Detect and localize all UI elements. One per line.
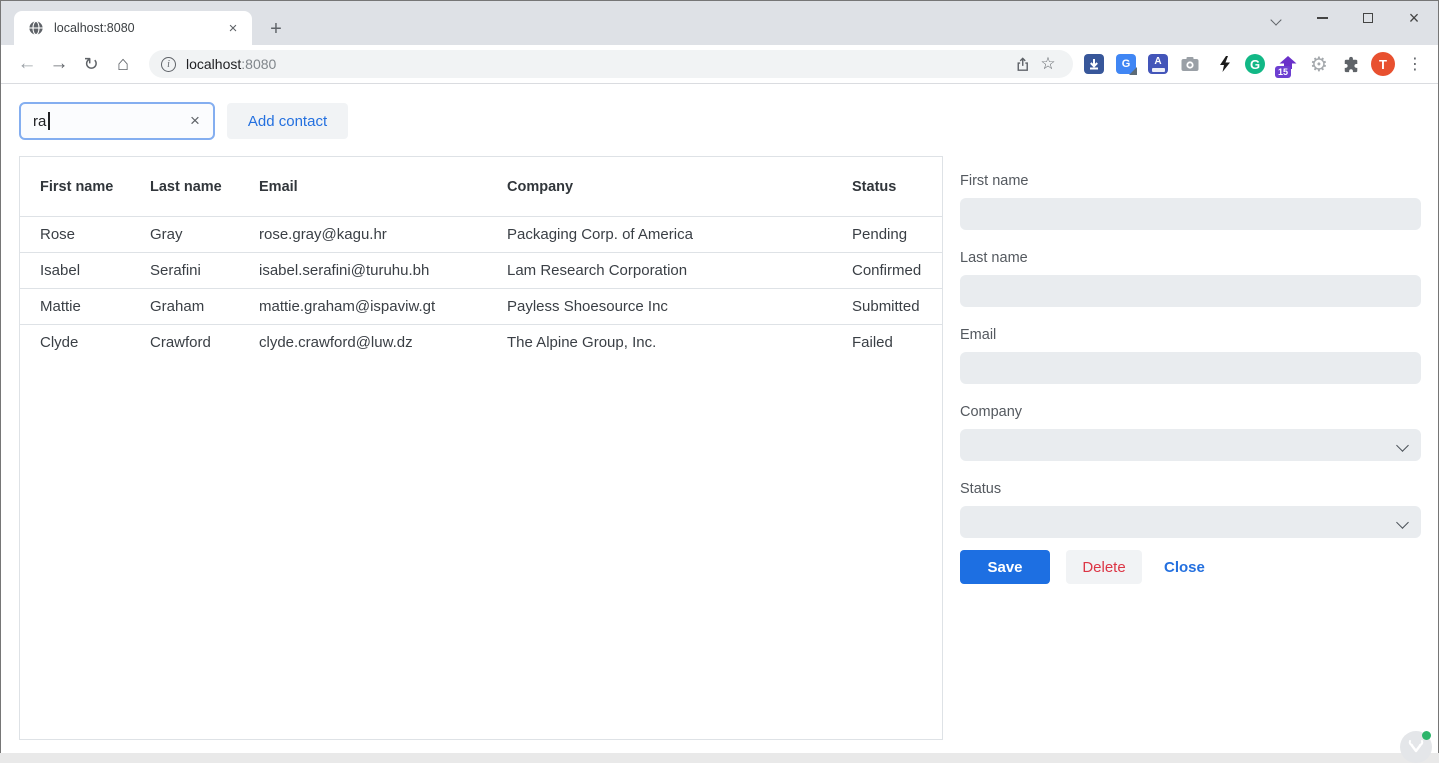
cell-email: clyde.crawford@luw.dz <box>259 334 507 351</box>
table-row[interactable]: Isabel Serafini isabel.serafini@turuhu.b… <box>20 252 942 288</box>
cell-email: isabel.serafini@turuhu.bh <box>259 262 507 279</box>
clear-search-icon[interactable]: × <box>185 111 205 131</box>
cell-status: Pending <box>852 226 942 243</box>
browser-window: localhost:8080 × + × ← → ↻ ⌂ i localhost… <box>0 0 1439 753</box>
tab-title: localhost:8080 <box>54 21 224 35</box>
search-wrapper: × <box>19 102 215 140</box>
grammarly-extension-icon[interactable]: G <box>1241 50 1269 78</box>
cell-last-name: Serafini <box>150 262 259 279</box>
first-name-input[interactable] <box>960 198 1421 230</box>
contacts-table: First name Last name Email Company Statu… <box>19 156 943 740</box>
text-caret <box>48 112 50 130</box>
page-content: × Add contact First name Last name Email… <box>1 84 1438 753</box>
company-label: Company <box>960 404 1421 423</box>
email-field: Email <box>960 327 1421 384</box>
share-icon[interactable] <box>1009 51 1035 77</box>
assistant-widget[interactable] <box>1400 731 1432 763</box>
forward-icon[interactable]: → <box>43 45 75 83</box>
extension-badge: 15 <box>1275 66 1291 78</box>
cell-first-name: Clyde <box>40 334 150 351</box>
maximize-button[interactable] <box>1345 1 1391 35</box>
table-row[interactable]: Mattie Graham mattie.graham@ispaviw.gt P… <box>20 288 942 324</box>
globe-favicon <box>28 20 44 36</box>
cell-status: Confirmed <box>852 262 942 279</box>
address-bar[interactable]: i localhost:8080 ☆ <box>149 50 1073 78</box>
save-button[interactable]: Save <box>960 550 1050 584</box>
browser-toolbar: ← → ↻ ⌂ i localhost:8080 ☆ G A G <box>1 45 1438 84</box>
header-first-name: First name <box>40 179 150 195</box>
cell-email: mattie.graham@ispaviw.gt <box>259 298 507 315</box>
email-label: Email <box>960 327 1421 346</box>
tab-strip: localhost:8080 × + × <box>1 1 1438 45</box>
translate-extension-icon[interactable]: G <box>1112 50 1140 78</box>
company-field: Company <box>960 404 1421 461</box>
first-name-field: First name <box>960 173 1421 230</box>
cell-status: Submitted <box>852 298 942 315</box>
status-select[interactable] <box>960 506 1421 538</box>
url-text: localhost:8080 <box>186 56 1009 72</box>
table-row[interactable]: Clyde Crawford clyde.crawford@luw.dz The… <box>20 324 942 360</box>
keyboard-extension-icon[interactable]: A <box>1144 50 1172 78</box>
menu-dots-icon[interactable]: ⋮ <box>1401 50 1429 78</box>
header-last-name: Last name <box>150 179 259 195</box>
header-email: Email <box>259 179 507 195</box>
last-name-label: Last name <box>960 250 1421 269</box>
company-select-value <box>960 429 1421 461</box>
tab-search-chevron-icon[interactable] <box>1269 13 1285 29</box>
close-button[interactable]: Close <box>1158 550 1211 584</box>
lightning-extension-icon[interactable] <box>1211 50 1239 78</box>
cell-email: rose.gray@kagu.hr <box>259 226 507 243</box>
company-select[interactable] <box>960 429 1421 461</box>
minimize-button[interactable] <box>1299 1 1345 35</box>
table-header-row: First name Last name Email Company Statu… <box>20 157 942 216</box>
cell-first-name: Rose <box>40 226 150 243</box>
last-name-field: Last name <box>960 250 1421 307</box>
close-window-button[interactable]: × <box>1391 1 1437 35</box>
first-name-label: First name <box>960 173 1421 192</box>
tab-close-icon[interactable]: × <box>224 19 242 37</box>
cell-last-name: Gray <box>150 226 259 243</box>
download-extension-icon[interactable] <box>1080 50 1108 78</box>
gear-extension-icon[interactable]: ⚙ <box>1305 50 1333 78</box>
header-company: Company <box>507 179 852 195</box>
status-select-value <box>960 506 1421 538</box>
status-dot <box>1422 731 1431 740</box>
cell-last-name: Graham <box>150 298 259 315</box>
cell-company: Lam Research Corporation <box>507 262 852 279</box>
last-name-input[interactable] <box>960 275 1421 307</box>
cell-first-name: Mattie <box>40 298 150 315</box>
delete-button[interactable]: Delete <box>1066 550 1142 584</box>
home-icon[interactable]: ⌂ <box>107 45 139 83</box>
add-contact-button[interactable]: Add contact <box>227 103 348 139</box>
reload-icon[interactable]: ↻ <box>75 45 107 83</box>
home-badge-extension-icon[interactable]: 15 <box>1274 50 1302 78</box>
form-buttons: Save Delete Close <box>960 550 1421 584</box>
header-status: Status <box>852 179 942 195</box>
bookmark-star-icon[interactable]: ☆ <box>1035 51 1061 77</box>
back-icon[interactable]: ← <box>11 45 43 83</box>
new-tab-button[interactable]: + <box>264 17 288 41</box>
cell-company: Payless Shoesource Inc <box>507 298 852 315</box>
email-input[interactable] <box>960 352 1421 384</box>
info-icon[interactable]: i <box>161 57 176 72</box>
cell-last-name: Crawford <box>150 334 259 351</box>
extensions-puzzle-icon[interactable] <box>1337 50 1365 78</box>
cell-company: Packaging Corp. of America <box>507 226 852 243</box>
profile-avatar[interactable]: T <box>1369 50 1397 78</box>
cell-first-name: Isabel <box>40 262 150 279</box>
camera-extension-icon[interactable] <box>1176 50 1204 78</box>
status-field: Status <box>960 481 1421 538</box>
cell-company: The Alpine Group, Inc. <box>507 334 852 351</box>
browser-tab[interactable]: localhost:8080 × <box>14 11 252 45</box>
cell-status: Failed <box>852 334 942 351</box>
contact-form: First name Last name Email Company Statu… <box>960 173 1421 584</box>
status-label: Status <box>960 481 1421 500</box>
table-row[interactable]: Rose Gray rose.gray@kagu.hr Packaging Co… <box>20 216 942 252</box>
